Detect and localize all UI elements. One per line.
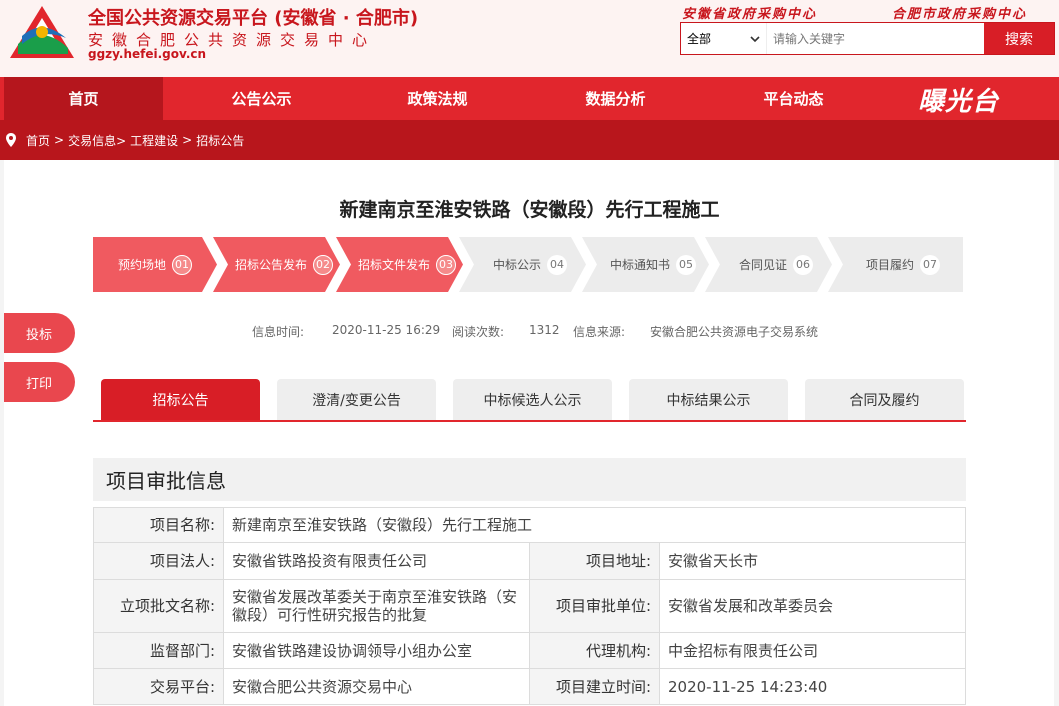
site-logo-icon[interactable] (8, 4, 76, 60)
search-button[interactable]: 搜索 (984, 23, 1054, 54)
search-category-value: 全部 (687, 32, 712, 46)
table-row: 交易平台: 安徽合肥公共资源交易中心 项目建立时间: 2020-11-25 14… (93, 668, 966, 705)
search-bar: 全部 搜索 (680, 22, 1055, 55)
step-number: 06 (793, 254, 813, 275)
breadcrumb-trade-info[interactable]: 交易信息> (68, 132, 126, 149)
step-label: 招标公告发布 (234, 258, 307, 272)
step-label: 中标公示 (492, 258, 541, 272)
step-7[interactable]: 项目履约 07 (843, 237, 963, 292)
site-header: 全国公共资源交易平台 (安徽省 · 合肥市) 安徽合肥公共资源交易中心 ggzy… (0, 0, 1059, 77)
table-row: 项目法人: 安徽省铁路投资有限责任公司 项目地址: 安徽省天长市 (93, 542, 966, 580)
cell-label: 项目地址: (529, 542, 660, 580)
notice-tabs: 招标公告 澄清/变更公告 中标候选人公示 中标结果公示 合同及履约 (93, 379, 966, 422)
cell-value: 安徽省铁路建设协调领导小组办公室 (223, 632, 530, 669)
step-number: 03 (436, 254, 456, 275)
table-row: 立项批文名称: 安徽省发展改革委关于南京至淮安铁路（安徽段）可行性研究报告的批复… (93, 579, 966, 633)
cell-label: 立项批文名称: (93, 579, 224, 633)
nav-item-policies[interactable]: 政策法规 (358, 77, 517, 120)
cell-value: 安徽省发展和改革委员会 (659, 579, 966, 633)
progress-steps: 预约场地 01 招标公告发布 02 招标文件发布 03 中标公示 04 中标通知书 05 … (93, 237, 963, 292)
exposure-logo[interactable]: 曝光台 (918, 81, 999, 118)
step-2[interactable]: 招标公告发布 02 (228, 237, 340, 292)
nav-item-data-analysis[interactable]: 数据分析 (536, 77, 695, 120)
cell-value: 安徽省天长市 (659, 542, 966, 580)
step-label: 合同见证 (738, 258, 787, 272)
step-label: 中标通知书 (609, 258, 670, 272)
tab-winning-result[interactable]: 中标结果公示 (629, 379, 788, 420)
step-1[interactable]: 预约场地 01 (93, 237, 217, 292)
nav-item-home[interactable]: 首页 (4, 77, 163, 120)
nav-item-platform-news[interactable]: 平台动态 (714, 77, 873, 120)
cell-value: 中金招标有限责任公司 (659, 632, 966, 669)
step-4[interactable]: 中标公示 04 (474, 237, 586, 292)
tab-contract[interactable]: 合同及履约 (805, 379, 964, 420)
tab-tender-notice[interactable]: 招标公告 (101, 379, 260, 420)
breadcrumb-separator: > (182, 133, 193, 147)
step-label: 预约场地 (117, 258, 166, 272)
section-title: 项目审批信息 (93, 458, 966, 501)
breadcrumb: 首页 > 交易信息> 工程建设 > 招标公告 (0, 120, 1059, 160)
print-button[interactable]: 打印 (4, 362, 75, 402)
search-category-select[interactable]: 全部 (681, 23, 767, 54)
cell-value: 安徽省发展改革委关于南京至淮安铁路（安徽段）可行性研究报告的批复 (223, 579, 530, 633)
step-6[interactable]: 合同见证 06 (720, 237, 832, 292)
link-province-procurement[interactable]: 安徽省政府采购中心 (682, 3, 817, 22)
step-5[interactable]: 中标通知书 05 (597, 237, 709, 292)
step-number: 02 (313, 254, 333, 275)
project-name-label: 项目名称: (93, 507, 224, 543)
breadcrumb-home[interactable]: 首页 (26, 132, 50, 149)
site-url: ggzy.hefei.gov.cn (88, 47, 207, 61)
cell-value: 2020-11-25 14:23:40 (659, 668, 966, 705)
info-source-label: 信息来源: (573, 325, 626, 339)
cell-label: 代理机构: (529, 632, 660, 669)
project-info-table: 项目名称: 新建南京至淮安铁路（安徽段）先行工程施工 项目法人: 安徽省铁路投资… (93, 507, 966, 705)
link-city-procurement[interactable]: 合肥市政府采购中心 (892, 3, 1027, 22)
step-label: 项目履约 (865, 258, 914, 272)
cell-value: 安徽合肥公共资源交易中心 (223, 668, 530, 705)
bid-button[interactable]: 投标 (4, 313, 75, 353)
tab-clarification[interactable]: 澄清/变更公告 (277, 379, 436, 420)
location-pin-icon (6, 133, 16, 147)
page-title: 新建南京至淮安铁路（安徽段）先行工程施工 (339, 199, 720, 221)
cell-label: 交易平台: (93, 668, 224, 705)
search-input[interactable] (767, 23, 984, 54)
step-number: 07 (920, 254, 940, 275)
step-number: 01 (172, 254, 192, 275)
breadcrumb-current[interactable]: 招标公告 (196, 132, 244, 149)
cell-label: 项目法人: (93, 542, 224, 580)
step-number: 05 (676, 254, 696, 275)
read-count-label: 阅读次数: (452, 325, 505, 339)
cell-label: 项目建立时间: (529, 668, 660, 705)
site-title: 全国公共资源交易平台 (安徽省 · 合肥市) (88, 8, 419, 29)
cell-value: 安徽省铁路投资有限责任公司 (223, 542, 530, 580)
cell-label: 监督部门: (93, 632, 224, 669)
table-row: 监督部门: 安徽省铁路建设协调领导小组办公室 代理机构: 中金招标有限责任公司 (93, 632, 966, 669)
step-number: 04 (547, 254, 567, 275)
main-nav: 首页 公告公示 政策法规 数据分析 平台动态 曝光台 (0, 77, 1059, 120)
info-time-value: 2020-11-25 16:29 (332, 323, 441, 337)
cell-label: 项目审批单位: (529, 579, 660, 633)
info-source-value: 安徽合肥公共资源电子交易系统 (650, 325, 819, 339)
step-label: 招标文件发布 (357, 258, 430, 272)
project-name-value: 新建南京至淮安铁路（安徽段）先行工程施工 (223, 507, 966, 543)
read-count-value: 1312 (529, 323, 560, 337)
chevron-down-icon (750, 35, 760, 42)
breadcrumb-engineering[interactable]: 工程建设 (130, 132, 178, 149)
tab-candidates[interactable]: 中标候选人公示 (453, 379, 612, 420)
info-time-label: 信息时间: (252, 325, 305, 339)
step-3[interactable]: 招标文件发布 03 (351, 237, 463, 292)
table-row: 项目名称: 新建南京至淮安铁路（安徽段）先行工程施工 (93, 507, 966, 543)
nav-item-announcements[interactable]: 公告公示 (182, 77, 341, 120)
breadcrumb-separator: > (54, 133, 65, 147)
